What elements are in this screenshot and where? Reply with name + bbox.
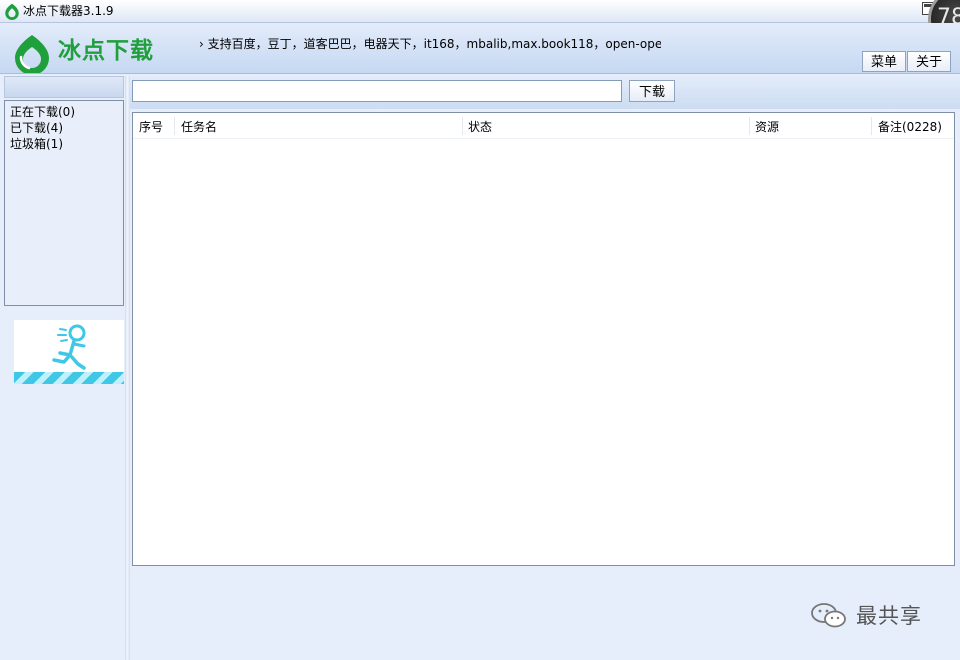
watermark-text: 最共享 <box>856 604 922 628</box>
column-divider[interactable] <box>749 117 750 135</box>
column-header-status[interactable]: 状态 <box>468 113 492 138</box>
sidebar-header-strip <box>4 76 124 98</box>
category-trash[interactable]: 垃圾箱(1) <box>10 136 123 152</box>
column-header-index[interactable]: 序号 <box>139 113 163 138</box>
title-bar: 冰点下载器3.1.9 78 <box>0 0 960 50</box>
download-button[interactable]: 下载 <box>629 80 675 102</box>
menu-button[interactable]: 菜单 <box>862 51 906 72</box>
mascot-stripe-bar <box>14 372 124 384</box>
task-table[interactable]: 序号 任务名 状态 资源 备注(0228) <box>132 112 955 566</box>
column-header-task-name[interactable]: 任务名 <box>181 113 217 138</box>
url-input[interactable] <box>132 80 622 102</box>
column-divider[interactable] <box>174 117 175 135</box>
wechat-watermark: 最共享 <box>810 598 950 634</box>
column-divider[interactable] <box>462 117 463 135</box>
app-header: 冰点下载 › 支持百度，豆丁，道客巴巴，电器天下，it168，mbalib,ma… <box>0 23 960 74</box>
window-title: 冰点下载器3.1.9 <box>23 4 114 18</box>
category-downloaded[interactable]: 已下载(4) <box>10 120 123 136</box>
brand-name: 冰点下载 <box>58 38 154 64</box>
about-button[interactable]: 关于 <box>907 51 951 72</box>
category-downloading[interactable]: 正在下载(0) <box>10 104 123 120</box>
category-list: 正在下载(0) 已下载(4) 垃圾箱(1) <box>4 100 124 306</box>
table-header: 序号 任务名 状态 资源 备注(0228) <box>133 113 954 139</box>
sidebar-splitter[interactable] <box>125 76 130 660</box>
brand-logo-icon <box>15 35 49 73</box>
column-header-resource[interactable]: 资源 <box>755 113 779 138</box>
column-header-notes[interactable]: 备注(0228) <box>878 113 942 138</box>
app-logo-icon <box>5 3 19 20</box>
supported-sites-marquee: › 支持百度，豆丁，道客巴巴，电器天下，it168，mbalib,max.boo… <box>199 37 661 51</box>
wechat-icon <box>811 603 846 628</box>
column-divider[interactable] <box>871 117 872 135</box>
running-mascot-image <box>14 320 124 384</box>
